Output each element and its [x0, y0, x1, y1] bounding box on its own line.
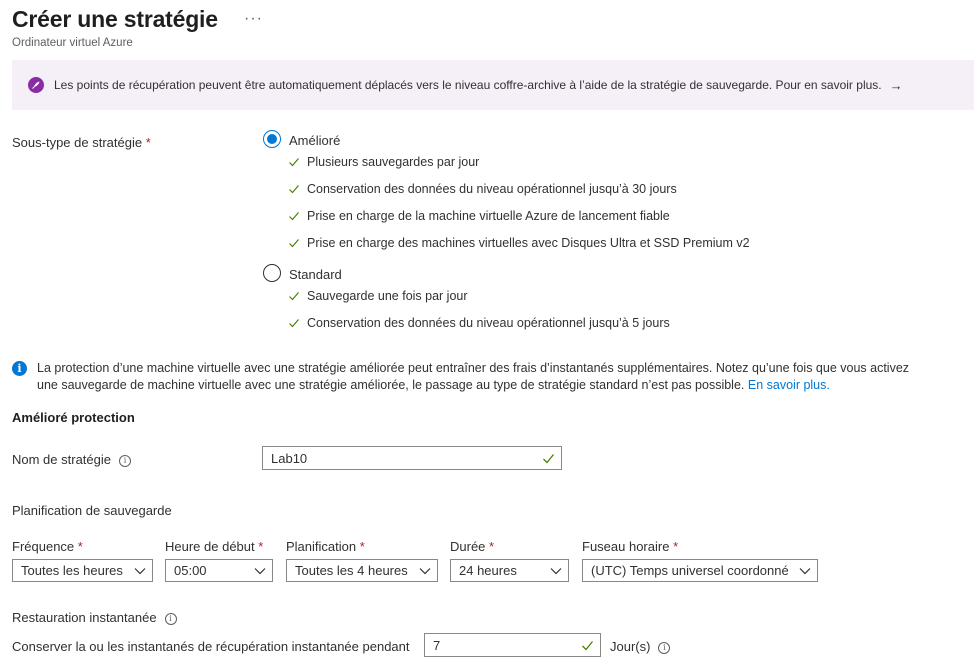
feature-item: Sauvegarde une fois par jour: [288, 289, 468, 303]
feature-item: Conservation des données du niveau opéra…: [288, 316, 670, 330]
schedule-dropdown[interactable]: Toutes les 4 heures: [286, 559, 438, 582]
policy-name-input[interactable]: Lab10: [262, 446, 562, 470]
policy-name-label: Nom de stratégie i: [12, 452, 131, 467]
learn-more-link[interactable]: En savoir plus.: [748, 378, 830, 392]
retain-snapshots-label: Conserver la ou les instantanés de récup…: [12, 639, 410, 654]
checkmark-icon: [289, 185, 299, 194]
archive-tier-banner[interactable]: Les points de récupération peuvent être …: [12, 60, 974, 110]
info-tooltip-icon[interactable]: i: [658, 641, 671, 654]
more-options-button[interactable]: ···: [244, 10, 263, 28]
page-title: Créer une stratégie: [12, 6, 218, 32]
radio-standard[interactable]: [263, 264, 281, 282]
checkmark-icon: [289, 292, 299, 301]
rocket-icon: [28, 77, 44, 93]
checkmark-icon: [289, 212, 299, 221]
checkmark-icon: [289, 158, 299, 167]
section-title: Amélioré protection: [12, 410, 135, 425]
banner-text: Les points de récupération peuvent être …: [54, 78, 882, 92]
feature-item: Conservation des données du niveau opéra…: [288, 182, 677, 196]
valid-check-icon: [582, 641, 594, 651]
chevron-down-icon: [134, 568, 146, 575]
info-tooltip-icon[interactable]: i: [119, 454, 131, 467]
info-text-line2: une sauvegarde de machine virtuelle avec…: [37, 378, 745, 392]
retention-days-input[interactable]: 7: [424, 633, 601, 657]
start-time-label: Heure de début *: [165, 539, 264, 554]
info-tooltip-icon[interactable]: i: [164, 612, 177, 625]
retention-unit-label: Jour(s) i: [610, 639, 671, 654]
frequency-dropdown[interactable]: Toutes les heures: [12, 559, 153, 582]
instant-restore-title: Restauration instantanée i: [12, 610, 177, 625]
feature-item: Prise en charge des machines virtuelles …: [288, 236, 750, 250]
chevron-down-icon: [254, 568, 266, 575]
arrow-right-icon[interactable]: →: [890, 78, 903, 93]
chevron-down-icon: [419, 568, 431, 575]
radio-enhanced-label[interactable]: Amélioré: [289, 133, 340, 148]
valid-check-icon: [543, 454, 555, 464]
chevron-down-icon: [799, 568, 811, 575]
duration-label: Durée *: [450, 539, 495, 554]
radio-enhanced[interactable]: [263, 130, 281, 148]
start-time-dropdown[interactable]: 05:00: [165, 559, 273, 582]
timezone-dropdown[interactable]: (UTC) Temps universel coordonné: [582, 559, 818, 582]
feature-item: Plusieurs sauvegardes par jour: [288, 155, 479, 169]
checkmark-icon: [289, 239, 299, 248]
page-subtitle: Ordinateur virtuel Azure: [12, 37, 133, 49]
duration-dropdown[interactable]: 24 heures: [450, 559, 569, 582]
schedule-title: Planification de sauvegarde: [12, 503, 172, 518]
timezone-label: Fuseau horaire *: [582, 539, 679, 554]
required-mark: *: [145, 135, 151, 150]
checkmark-icon: [289, 319, 299, 328]
info-icon: i: [12, 361, 27, 376]
feature-item: Prise en charge de la machine virtuelle …: [288, 209, 670, 223]
frequency-label: Fréquence *: [12, 539, 83, 554]
schedule-label: Planification *: [286, 539, 365, 554]
enhanced-policy-info: i La protection d’une machine virtuelle …: [12, 360, 967, 394]
radio-standard-label[interactable]: Standard: [289, 267, 342, 282]
info-text-line1: La protection d’une machine virtuelle av…: [37, 361, 910, 375]
policy-subtype-label: Sous-type de stratégie *: [12, 135, 151, 150]
chevron-down-icon: [550, 568, 562, 575]
